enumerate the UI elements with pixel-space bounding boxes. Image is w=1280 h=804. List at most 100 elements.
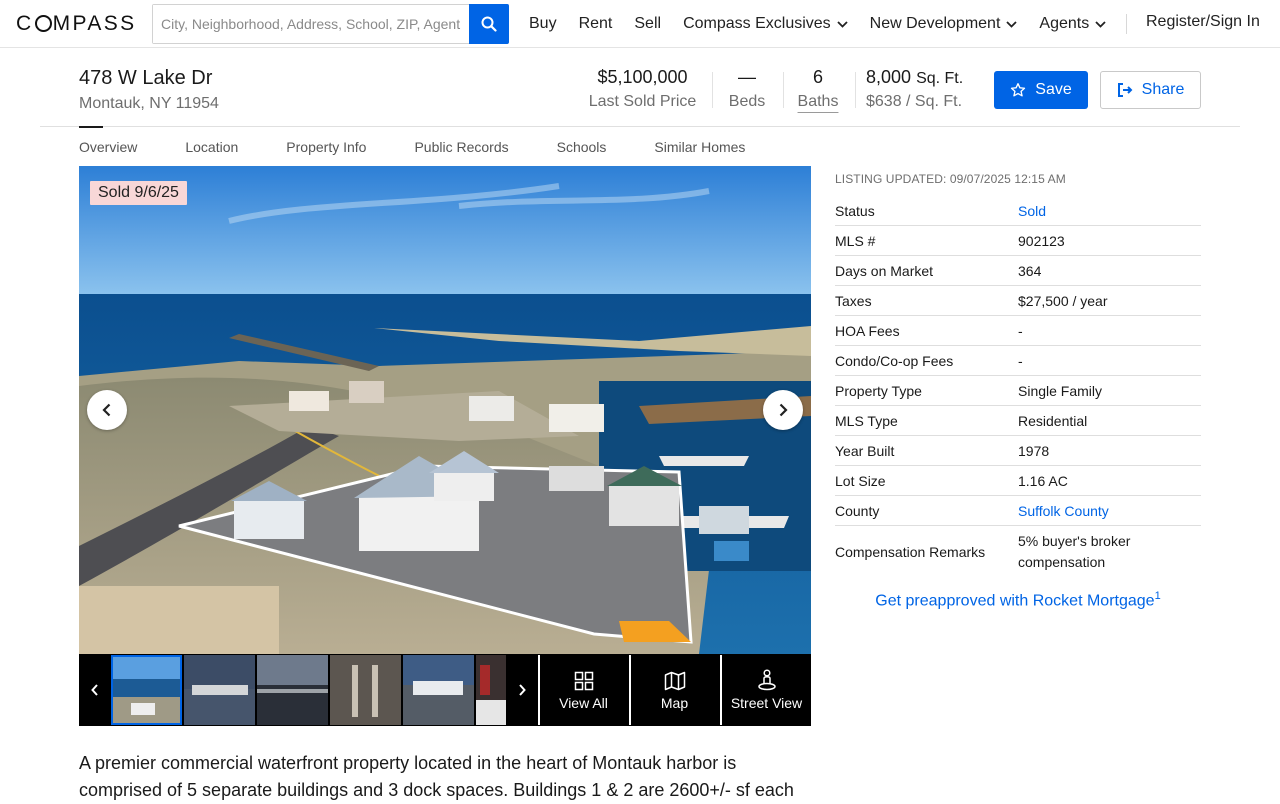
thumbnail[interactable]: [330, 655, 401, 725]
thumbnail[interactable]: [403, 655, 474, 725]
nav-new-development[interactable]: New Development: [870, 15, 1018, 33]
fact-value: 364: [1018, 262, 1042, 279]
tab-public-records[interactable]: Public Records: [414, 127, 508, 165]
fact-value: 1.16 AC: [1018, 472, 1068, 489]
chevron-right-icon: [779, 403, 788, 417]
section-tabs: Overview Location Property Info Public R…: [79, 126, 793, 165]
sqft-value: 8,000: [866, 67, 912, 87]
status-link[interactable]: Sold: [1018, 203, 1201, 219]
chevron-left-icon: [91, 684, 98, 696]
county-link[interactable]: Suffolk County: [1018, 503, 1201, 519]
thumbnail-image: [403, 655, 474, 725]
photo-gallery[interactable]: [79, 166, 811, 654]
chevron-right-icon: [519, 684, 526, 696]
mortgage-link[interactable]: Get preapproved with Rocket Mortgage1: [835, 590, 1201, 610]
tab-overview[interactable]: Overview: [79, 126, 137, 165]
save-button[interactable]: Save: [994, 71, 1088, 109]
fact-label: Year Built: [835, 442, 895, 459]
price-label: Last Sold Price: [588, 93, 697, 110]
thumbs-prev-button[interactable]: [79, 654, 111, 726]
thumbnail-image: [476, 655, 506, 725]
fact-label: Days on Market: [835, 262, 934, 279]
fact-value: Single Family: [1018, 382, 1103, 399]
signin-link[interactable]: Register/Sign In: [1146, 13, 1260, 31]
tab-location[interactable]: Location: [185, 127, 238, 165]
fact-label: Lot Size: [835, 472, 886, 489]
nav-compass-exclusives[interactable]: Compass Exclusives: [683, 15, 848, 33]
fact-label: HOA Fees: [835, 322, 900, 339]
fact-row-year-built: Year Built 1978: [835, 436, 1201, 466]
prev-photo-button[interactable]: [87, 390, 127, 430]
fact-row-mls: MLS # 902123: [835, 226, 1201, 256]
main-photo: [79, 166, 811, 654]
chevron-down-icon: [1006, 20, 1018, 28]
address-line2: Montauk, NY 11954: [79, 95, 219, 112]
nav-rent[interactable]: Rent: [579, 15, 613, 33]
search-input[interactable]: [153, 5, 469, 43]
star-icon: [1011, 83, 1026, 97]
thumbnail[interactable]: [111, 655, 182, 725]
fact-row-taxes: Taxes $27,500 / year: [835, 286, 1201, 316]
fact-label: Condo/Co-op Fees: [835, 352, 954, 369]
fact-row-status: Status Sold: [835, 196, 1201, 226]
share-button[interactable]: Share: [1100, 71, 1201, 109]
thumbnail-image: [184, 655, 255, 725]
baths-value: 6: [812, 67, 823, 87]
address-line1: 478 W Lake Dr: [79, 67, 213, 89]
chevron-down-icon: [1095, 20, 1106, 28]
search-button[interactable]: [469, 4, 509, 44]
view-all-button[interactable]: View All: [538, 655, 627, 725]
chevron-down-icon: [837, 20, 848, 28]
fact-label: MLS #: [835, 232, 876, 249]
fact-label: Status: [835, 202, 875, 219]
nav-agents[interactable]: Agents: [1039, 15, 1106, 33]
fact-value: $27,500 / year: [1018, 292, 1108, 309]
beds-label: Beds: [728, 93, 766, 110]
fact-row-hoa-fees: HOA Fees -: [835, 316, 1201, 346]
thumbnail[interactable]: [476, 655, 506, 725]
stat-divider: [712, 72, 713, 108]
nav-links: Buy Rent Sell Compass Exclusives New Dev…: [529, 0, 1128, 48]
listing-updated: LISTING UPDATED: 09/07/2025 12:15 AM: [835, 172, 1066, 186]
street-view-button[interactable]: Street View: [720, 655, 811, 725]
fact-value: 902123: [1018, 232, 1065, 249]
fact-label: MLS Type: [835, 412, 898, 429]
share-icon: [1117, 83, 1133, 97]
street-view-icon: [757, 669, 776, 691]
price-stat: $5,100,000 Last Sold Price: [580, 67, 705, 111]
map-icon: [664, 671, 685, 691]
thumbnail[interactable]: [257, 655, 328, 725]
share-label: Share: [1141, 81, 1185, 98]
listing-header: 478 W Lake Dr Montauk, NY 11954 $5,100,0…: [40, 48, 1240, 127]
footnote-marker: 1: [1154, 590, 1161, 602]
fact-label: Compensation Remarks: [835, 543, 986, 560]
thumbnail-strip: View All Map Street View: [79, 654, 811, 726]
fact-row-lot-size: Lot Size 1.16 AC: [835, 466, 1201, 496]
grid-icon: [574, 671, 593, 691]
baths-stat[interactable]: 6 Baths: [793, 67, 843, 111]
fact-value: 5% buyer's broker compensation: [1018, 533, 1131, 570]
fact-row-days-on-market: Days on Market 364: [835, 256, 1201, 286]
listing-description: A premier commercial waterfront property…: [79, 753, 794, 800]
thumbs-next-button[interactable]: [506, 654, 538, 726]
nav-buy[interactable]: Buy: [529, 15, 557, 33]
tab-similar-homes[interactable]: Similar Homes: [654, 127, 745, 165]
search-bar: [152, 4, 509, 44]
nav-sell[interactable]: Sell: [634, 15, 661, 33]
street-view-label: Street View: [730, 695, 803, 711]
stat-divider: [855, 72, 856, 108]
map-button[interactable]: Map: [629, 655, 718, 725]
sqft-value-row: 8,000 Sq. Ft.: [866, 67, 976, 88]
compass-logo[interactable]: C MPASS: [16, 12, 137, 36]
baths-label[interactable]: Baths: [793, 93, 843, 111]
next-photo-button[interactable]: [763, 390, 803, 430]
thumbnail-image: [330, 655, 401, 725]
fact-label: County: [835, 502, 880, 519]
tab-schools[interactable]: Schools: [557, 127, 607, 165]
tab-property-info[interactable]: Property Info: [286, 127, 366, 165]
fact-label: Taxes: [835, 292, 872, 309]
fact-row-county: County Suffolk County: [835, 496, 1201, 526]
listing-facts: LISTING UPDATED: 09/07/2025 12:15 AM Sta…: [835, 166, 1201, 577]
nav-agents-label: Agents: [1039, 15, 1090, 32]
thumbnail[interactable]: [184, 655, 255, 725]
